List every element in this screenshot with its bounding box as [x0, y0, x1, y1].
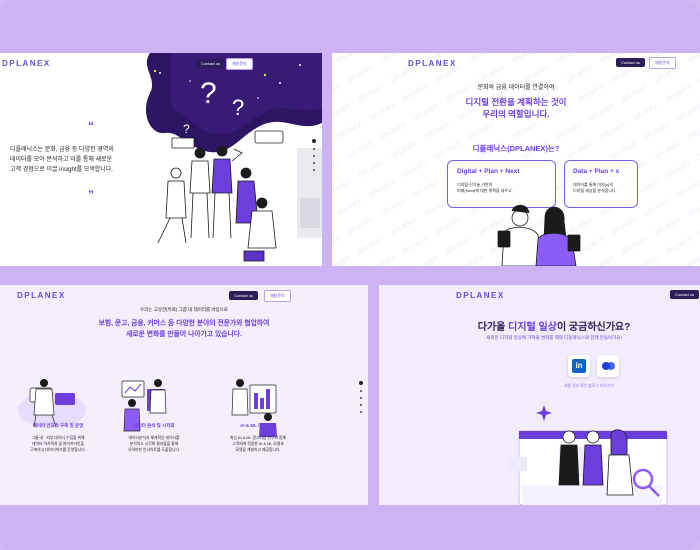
role-panel: DPLANEX DPLANEX Contact us 채용문의 문화와 금융 데…: [332, 53, 700, 266]
page-dot[interactable]: [313, 169, 315, 171]
contact-panel: DPLANEX Contact us 다가올 디지털 일상이 궁금하신가요? 새…: [379, 285, 700, 505]
feature-line: 모델을 개발하고 제공합니다.: [235, 448, 281, 452]
svg-text:?: ?: [232, 95, 244, 120]
page-dot[interactable]: [360, 411, 362, 413]
feature-description: 최신 AI & ML 알고리즘 연구와 함께 고객에게 적합한 AI & ML …: [212, 435, 304, 453]
page-indicator[interactable]: [312, 139, 316, 171]
feature-analysis: 데이터 분석 및 시각화 데이터분석과 체계적인 데이터를 분석하고 시각화 결…: [110, 423, 198, 453]
page-dot[interactable]: [313, 162, 315, 164]
page-dot[interactable]: [360, 404, 362, 406]
services-panel: DPLANEX Contact us 채용문의 우리는 고유한(특화) 그룹 내…: [0, 285, 368, 505]
feature-line: 구축하고 데이터허브를 운영합니다.: [30, 448, 86, 452]
page-dot[interactable]: [359, 381, 363, 385]
services-illustrations: [18, 379, 277, 437]
svg-text:?: ?: [200, 77, 217, 110]
feature-description: 데이터분석과 체계적인 데이터를 분석하고 시각화 결과물을 통해 유의미한 인…: [110, 435, 198, 453]
page-dot[interactable]: [313, 155, 315, 157]
hero-intro-line1: 디플래닉스는 문화, 금융 등 다양한 영역의: [10, 147, 114, 153]
page-dot[interactable]: [360, 390, 362, 392]
hero-intro-line3: 고객 경험으로 이끌 insight를 모색합니다.: [10, 167, 113, 173]
feature-infra: 데이터 인프라 구축 및 운영 그룹 내 · 외부 데이터 수집을 위해 데이터…: [14, 423, 102, 453]
recruit-button[interactable]: 채용문의: [226, 58, 253, 70]
hero-intro-line2: 데이터를 모아 분석하고 이를 통해 새로운: [10, 157, 113, 163]
role-illustration: [497, 204, 581, 266]
feature-description: 그룹 내 · 외부 데이터 수집을 위해 데이터 아키텍처 및 파이프라인을 구…: [14, 435, 102, 453]
quote-open: “: [88, 119, 94, 133]
feature-title: AI & ML 모델 개발: [240, 423, 276, 428]
hero-intro: 디플래닉스는 문화, 금융 등 다양한 영역의 데이터를 모아 분석하고 이를 …: [10, 145, 150, 175]
contact-button[interactable]: Contact us: [196, 59, 226, 68]
page-dot[interactable]: [313, 148, 315, 150]
feature-ai: AI & ML 모델 개발 최신 AI & ML 알고리즘 연구와 함께 고객에…: [212, 423, 304, 453]
logo[interactable]: DPLANEX: [2, 59, 51, 68]
contact-illustration: [509, 405, 668, 505]
feature-title: 데이터 분석 및 시각화: [133, 423, 175, 428]
feature-title: 데이터 인프라 구축 및 운영: [32, 423, 84, 428]
feature-line: 유의미한 인사이트를 도출합니다.: [127, 448, 181, 452]
infra-illustration: [18, 379, 86, 428]
page-indicator[interactable]: [359, 381, 363, 413]
quote-close: ”: [88, 188, 94, 202]
page-dot[interactable]: [312, 139, 316, 143]
hero-panel: ? ? ? DPLANEX Contact us 채용문의 “ 디플래닉스는 문…: [0, 53, 322, 266]
svg-text:?: ?: [183, 122, 190, 136]
page-dot[interactable]: [360, 397, 362, 399]
showcase-canvas: ? ? ? DPLANEX Contact us 채용문의 “ 디플래닉스는 문…: [0, 0, 700, 550]
